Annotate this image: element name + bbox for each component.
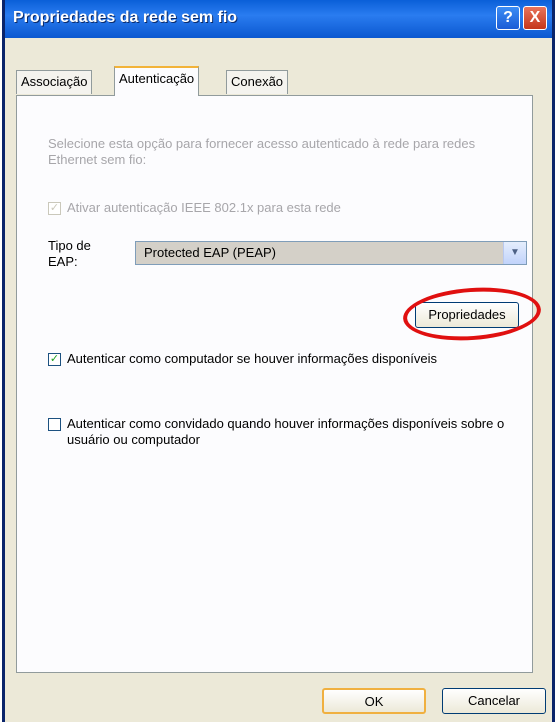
ok-button[interactable]: OK: [322, 688, 426, 714]
enable-8021x-label: Ativar autenticação IEEE 802.1x para est…: [67, 200, 341, 215]
window-title: Propriedades da rede sem fio: [13, 9, 238, 26]
eap-type-label: Tipo de EAP:: [48, 238, 91, 269]
help-button[interactable]: ?: [496, 6, 520, 30]
title-bar[interactable]: Propriedades da rede sem fio ? X: [5, 0, 552, 38]
auth-computer-label: Autenticar como computador se houver inf…: [67, 351, 437, 366]
chevron-down-icon[interactable]: ▼: [503, 242, 526, 264]
tab-autenticacao[interactable]: Autenticação: [114, 66, 200, 96]
panel-description: Selecione esta opção para fornecer acess…: [48, 136, 476, 167]
cancel-button[interactable]: Cancelar: [442, 688, 546, 714]
tab-associacao[interactable]: Associação: [16, 70, 93, 94]
close-button[interactable]: X: [523, 6, 547, 30]
properties-button[interactable]: Propriedades: [415, 302, 519, 328]
auth-guest-row: Autenticar como convidado quando houver …: [48, 416, 508, 448]
auth-computer-checkbox[interactable]: ✓: [48, 353, 61, 366]
auth-guest-label: Autenticar como convidado quando houver …: [67, 416, 505, 447]
authentication-panel: Selecione esta opção para fornecer acess…: [16, 95, 543, 673]
properties-dialog: Propriedades da rede sem fio ? X Associa…: [2, 0, 555, 722]
auth-computer-row: ✓ Autenticar como computador se houver i…: [48, 351, 437, 367]
enable-8021x-checkbox[interactable]: ✓: [48, 202, 61, 215]
eap-type-select[interactable]: Protected EAP (PEAP) ▼: [135, 241, 527, 265]
tab-strip: Associação Autenticação Conexão: [5, 38, 552, 98]
tab-conexao[interactable]: Conexão: [226, 70, 289, 94]
eap-type-value: Protected EAP (PEAP): [144, 245, 276, 260]
enable-8021x-row: ✓ Ativar autenticação IEEE 802.1x para e…: [48, 200, 341, 216]
auth-guest-checkbox[interactable]: [48, 418, 61, 431]
